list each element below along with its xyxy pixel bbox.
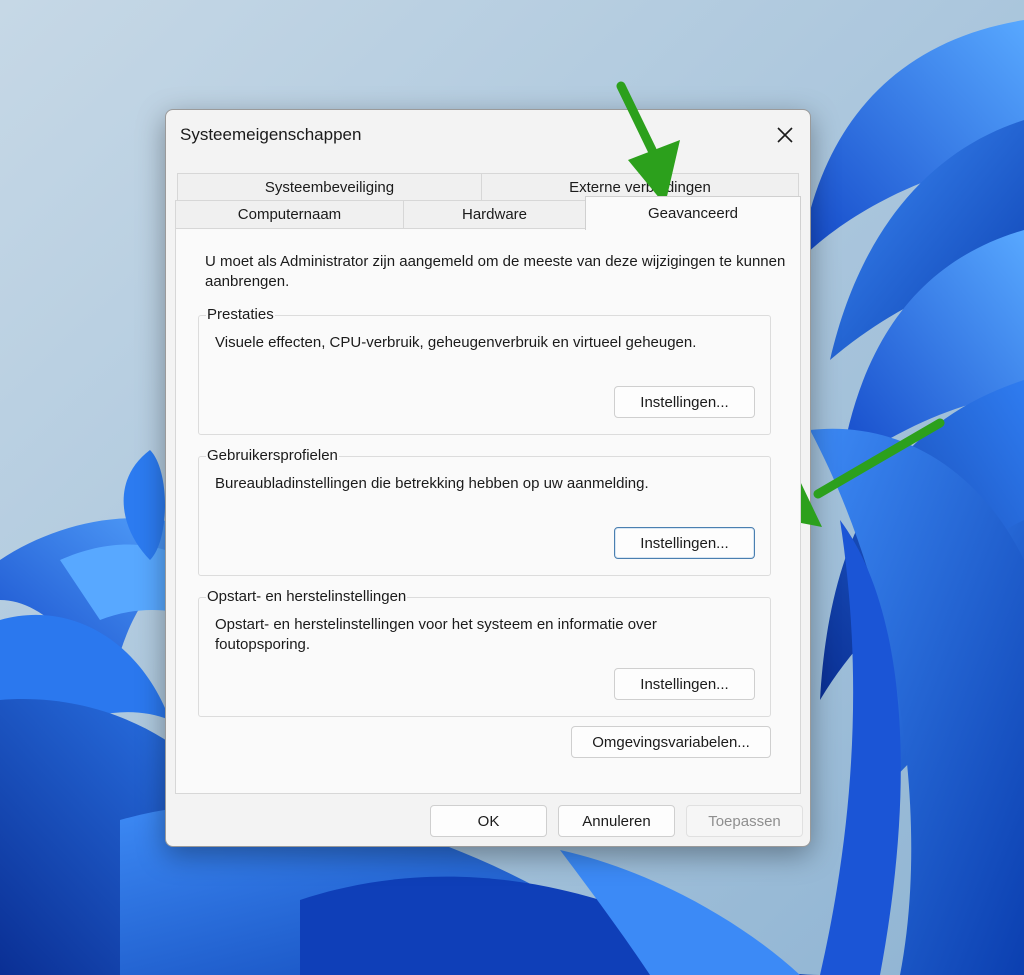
close-button[interactable] — [766, 120, 804, 150]
group-legend: Prestaties — [206, 306, 275, 324]
tab-label: Hardware — [461, 206, 528, 223]
group-opstart-herstel: Opstart- en herstelinstellingen Opstart-… — [198, 588, 771, 717]
tab-label: Externe verbindingen — [569, 178, 711, 196]
group-gebruikersprofielen: Gebruikersprofielen Bureaubladinstelling… — [198, 447, 771, 576]
group-description: Opstart- en herstelinstellingen voor het… — [215, 616, 657, 653]
tab-hardware[interactable]: Hardware — [403, 200, 586, 229]
group-prestaties: Prestaties Visuele effecten, CPU-verbrui… — [198, 306, 771, 435]
gebruikersprofielen-settings-button[interactable]: Instellingen... — [614, 527, 755, 559]
admin-notice: U moet als Administrator zijn aangemeld … — [205, 253, 786, 290]
ok-button[interactable]: OK — [430, 805, 547, 837]
system-properties-dialog: Systeemeigenschappen Systeembeveiliging … — [165, 109, 811, 847]
tab-label: Computernaam — [237, 206, 342, 223]
group-description: Visuele effecten, CPU-verbruik, geheugen… — [215, 334, 697, 351]
cancel-button[interactable]: Annuleren — [558, 805, 675, 837]
opstart-herstel-settings-button[interactable]: Instellingen... — [614, 668, 755, 700]
group-legend: Gebruikersprofielen — [206, 447, 339, 465]
group-legend: Opstart- en herstelinstellingen — [206, 588, 408, 606]
environment-variables-button[interactable]: Omgevingsvariabelen... — [571, 726, 771, 758]
close-icon — [777, 127, 793, 143]
group-description: Bureaubladinstellingen die betrekking he… — [215, 475, 649, 492]
tab-systeembeveiliging[interactable]: Systeembeveiliging — [177, 173, 482, 201]
dialog-title: Systeemeigenschappen — [180, 125, 362, 144]
tab-computernaam[interactable]: Computernaam — [175, 200, 404, 229]
tab-label: Systeembeveiliging — [264, 178, 395, 196]
tab-geavanceerd[interactable]: Geavanceerd — [585, 196, 801, 230]
tab-label: Geavanceerd — [647, 205, 739, 222]
advanced-tab-panel: U moet als Administrator zijn aangemeld … — [175, 228, 801, 794]
apply-button[interactable]: Toepassen — [686, 805, 803, 837]
prestaties-settings-button[interactable]: Instellingen... — [614, 386, 755, 418]
